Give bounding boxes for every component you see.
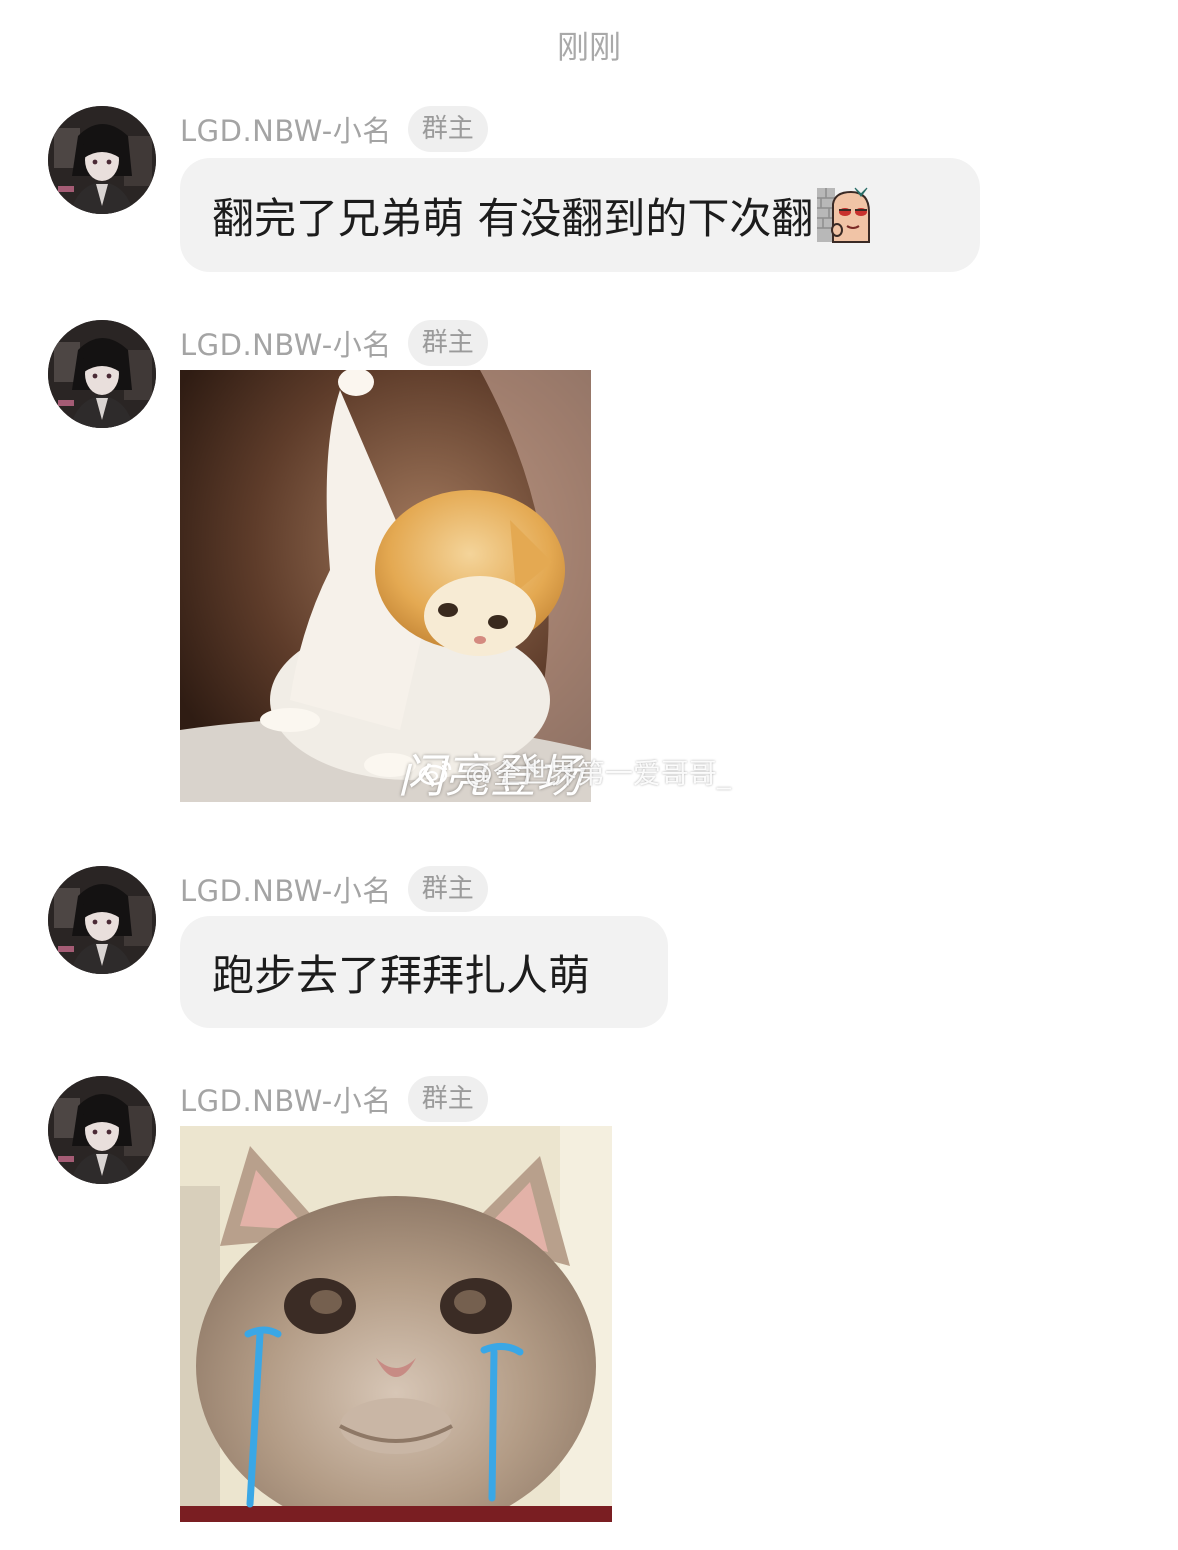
weibo-watermark: @全世界第一爱哥哥_: [418, 752, 731, 793]
message-header: LGD.NBW-小名 群主: [180, 320, 488, 366]
avatar[interactable]: [48, 1076, 156, 1184]
message-header: LGD.NBW-小名 群主: [180, 1076, 488, 1122]
message-timestamp: 刚刚: [556, 28, 621, 66]
peeking-sausage-emoji-icon: [815, 184, 875, 246]
owner-badge: 群主: [407, 320, 488, 366]
sender-name[interactable]: LGD.NBW-小名: [180, 868, 392, 910]
chat-screen: 刚刚 LGD.NBW-小名 群主 翻完了兄弟萌 有没翻到的下次翻 LGD.NBW…: [0, 0, 1178, 1550]
sender-name[interactable]: LGD.NBW-小名: [180, 1078, 392, 1120]
crying-cat-sticker-image[interactable]: [180, 1126, 612, 1522]
sender-name[interactable]: LGD.NBW-小名: [180, 108, 392, 150]
message-text: 跑步去了拜拜扎人萌: [212, 950, 591, 1000]
owner-badge: 群主: [407, 106, 488, 152]
avatar[interactable]: [48, 866, 156, 974]
watermark-text: @全世界第一爱哥哥_: [464, 757, 731, 790]
message-bubble[interactable]: 翻完了兄弟萌 有没翻到的下次翻: [180, 158, 980, 272]
message-header: LGD.NBW-小名 群主: [180, 106, 488, 152]
message-bubble[interactable]: 跑步去了拜拜扎人萌: [180, 916, 668, 1028]
owner-badge: 群主: [407, 1076, 488, 1122]
message-text: 翻完了兄弟萌 有没翻到的下次翻: [212, 193, 814, 243]
orange-kitten-sticker-image[interactable]: [180, 370, 591, 802]
avatar[interactable]: [48, 320, 156, 428]
sender-name[interactable]: LGD.NBW-小名: [180, 322, 392, 364]
owner-badge: 群主: [407, 866, 488, 912]
message-header: LGD.NBW-小名 群主: [180, 866, 488, 912]
weibo-logo-icon: [418, 758, 452, 793]
avatar[interactable]: [48, 106, 156, 214]
